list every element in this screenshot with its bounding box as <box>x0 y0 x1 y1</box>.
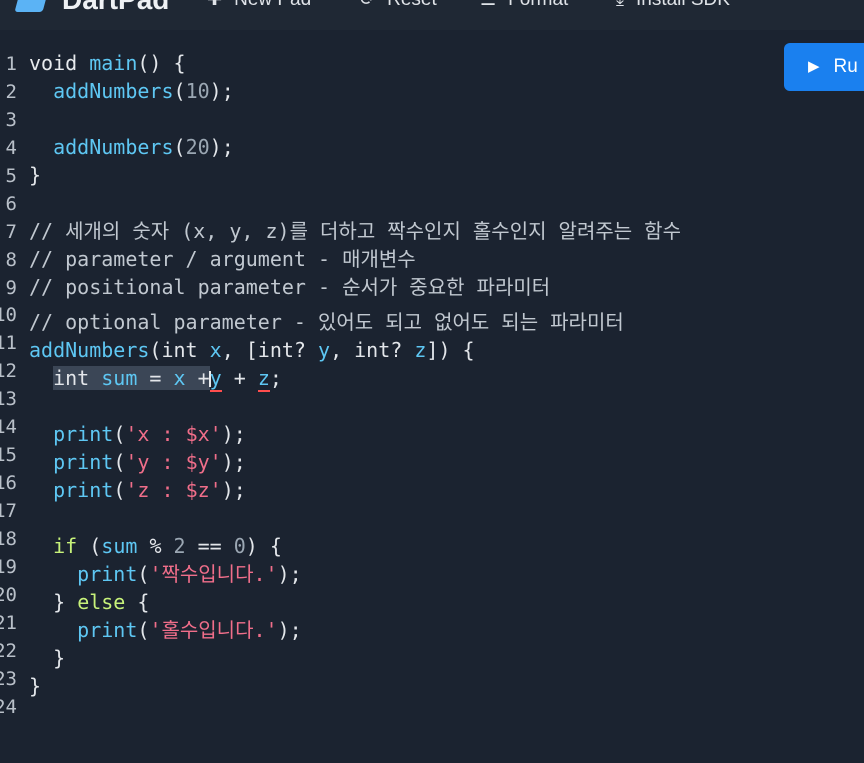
line-number: 20 <box>0 584 17 606</box>
dart-logo-icon <box>14 0 50 12</box>
code-line: 3 <box>0 105 780 133</box>
code-line: 18 if (sum % 2 == 0) { <box>0 525 780 558</box>
code-line: 16 print('z : $z'); <box>0 469 780 502</box>
code-line: 11addNumbers(int x, [int? y, int? z]) { <box>0 329 780 362</box>
line-number: 13 <box>0 388 17 410</box>
line-number: 4 <box>5 137 17 159</box>
code-comment: // parameter / argument - 매개변수 <box>29 247 416 271</box>
code-line: 24 <box>0 693 780 721</box>
install-sdk-button[interactable]: ⤓Install SDK <box>616 0 730 11</box>
line-number: 3 <box>5 109 17 131</box>
line-number: 1 <box>5 53 17 75</box>
line-number: 24 <box>0 696 17 718</box>
line-number: 21 <box>0 612 17 634</box>
code-line: 2 addNumbers(10); <box>0 77 780 105</box>
reset-button[interactable]: ⟳Reset <box>360 0 437 11</box>
refresh-icon: ⟳ <box>360 0 375 10</box>
run-button[interactable]: ▶ Ru <box>784 43 864 91</box>
line-number: 12 <box>0 360 17 382</box>
line-number: 18 <box>0 528 17 550</box>
code-line: 19 print('짝수입니다.'); <box>0 553 780 586</box>
code-line: 23} <box>0 665 780 698</box>
code-line: 17 <box>0 497 780 525</box>
line-number: 8 <box>5 249 17 271</box>
code-line: 14 print('x : $x'); <box>0 413 780 446</box>
code-line: 6 <box>0 189 780 217</box>
app-title: DartPad <box>62 0 169 14</box>
code-comment: // 세개의 숫자 (x, y, z)를 더하고 짝수인지 홀수인지 알려주는 … <box>29 219 681 243</box>
code-line-selected: 12 int sum = x +y + z; <box>0 357 780 392</box>
code-editor[interactable]: 1 void main() { 2 addNumbers(10); 3 4 add… <box>0 49 780 721</box>
code-comment: // positional parameter - 순서가 중요한 파라미터 <box>29 275 551 299</box>
code-line: 22 } <box>0 637 780 670</box>
line-number: 11 <box>0 332 17 354</box>
format-lines-icon: ☰ <box>480 0 496 10</box>
download-icon: ⤓ <box>616 0 624 10</box>
line-number: 14 <box>0 416 17 438</box>
app-header: DartPad ✚New Pad ⟳Reset ☰Format ⤓Install… <box>0 0 864 30</box>
format-button[interactable]: ☰Format <box>480 0 568 11</box>
code-line: 20 } else { <box>0 581 780 614</box>
play-icon: ▶ <box>808 58 820 75</box>
line-number: 2 <box>5 81 17 103</box>
code-line: 5} <box>0 161 780 189</box>
line-number: 15 <box>0 444 17 466</box>
line-number: 16 <box>0 472 17 494</box>
code-line: 21 print('홀수입니다.'); <box>0 609 780 642</box>
code-line: 10// optional parameter - 있어도 되고 없어도 되는 … <box>0 301 780 334</box>
line-number: 23 <box>0 668 17 690</box>
line-number: 5 <box>5 165 17 187</box>
code-line: 7 // 세개의 숫자 (x, y, z)를 더하고 짝수인지 홀수인지 알려주는… <box>0 217 780 245</box>
code-line: 15 print('y : $y'); <box>0 441 780 474</box>
code-line: 9 // positional parameter - 순서가 중요한 파라미터 <box>0 273 780 301</box>
code-line: 1 void main() { <box>0 49 780 77</box>
line-number: 7 <box>5 221 17 243</box>
line-number: 10 <box>0 304 17 326</box>
line-number: 19 <box>0 556 17 578</box>
new-pad-button[interactable]: ✚New Pad <box>207 0 311 11</box>
line-number: 6 <box>5 193 17 215</box>
line-number: 22 <box>0 640 17 662</box>
code-line: 8 // parameter / argument - 매개변수 <box>0 245 780 273</box>
code-line: 13 <box>0 385 780 413</box>
line-number: 17 <box>0 500 17 522</box>
line-number: 9 <box>5 277 17 299</box>
code-line: 4 addNumbers(20); <box>0 133 780 161</box>
plus-icon: ✚ <box>207 0 222 10</box>
